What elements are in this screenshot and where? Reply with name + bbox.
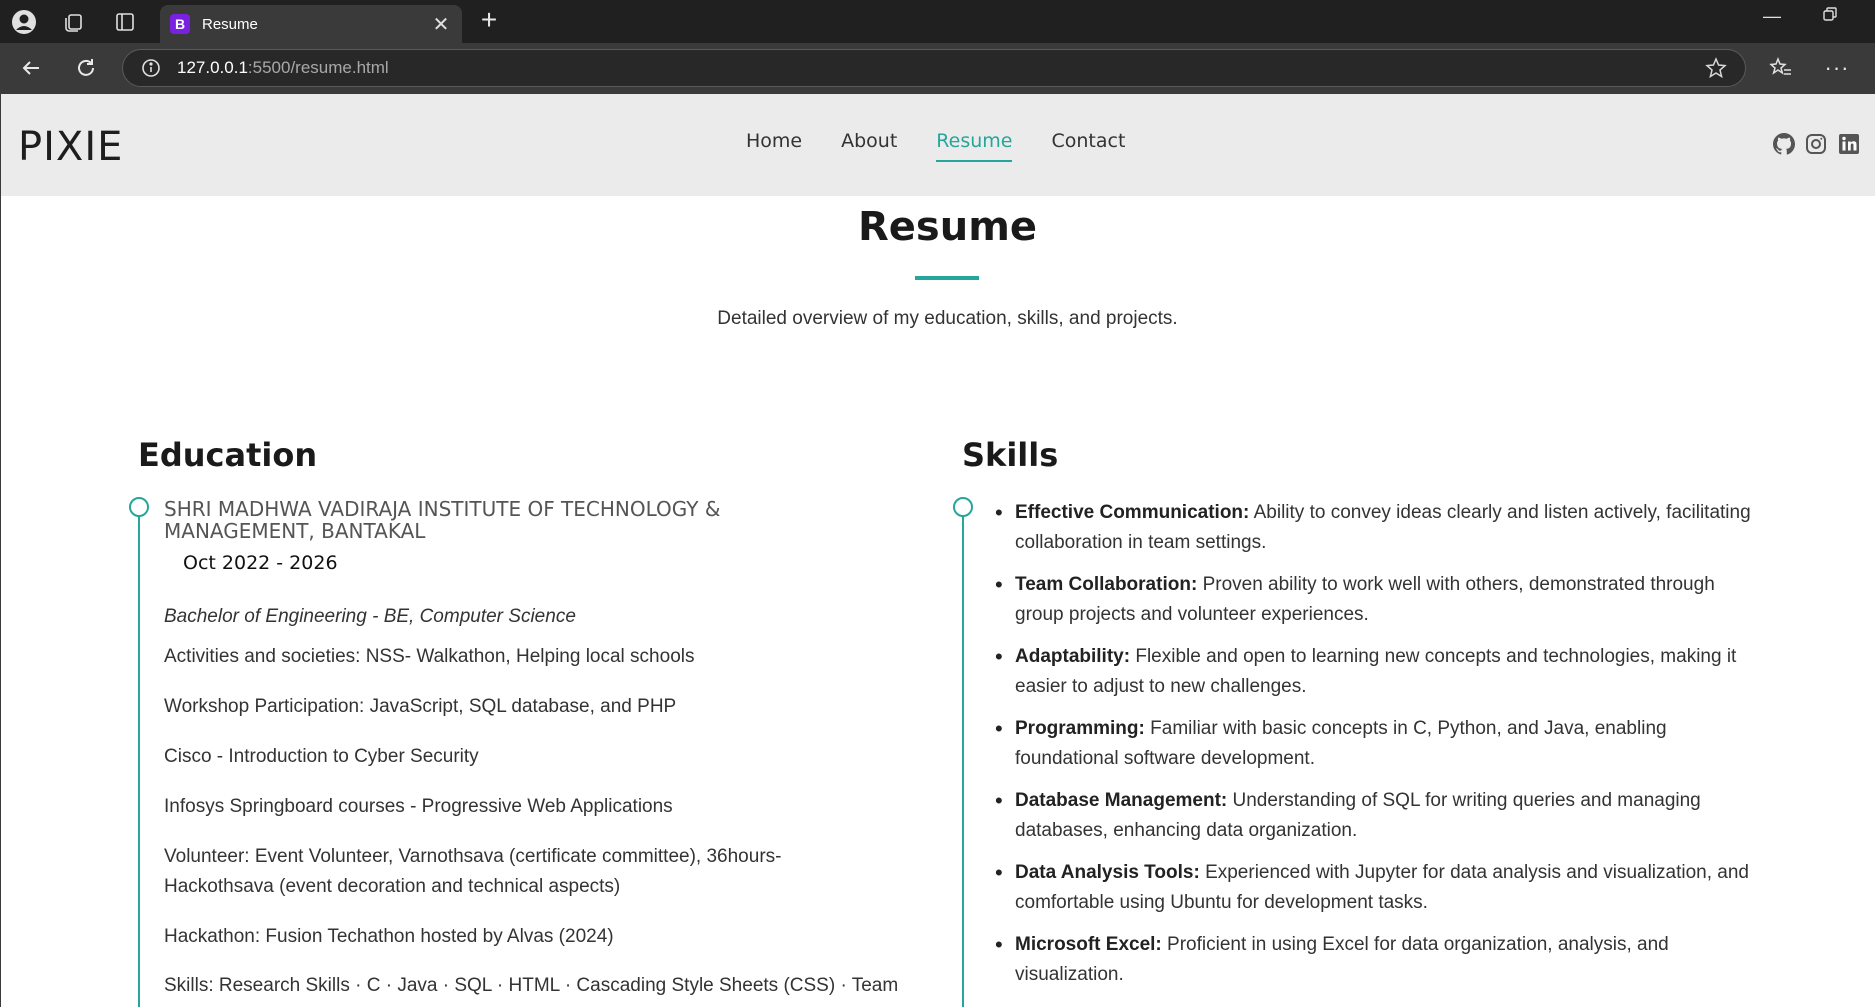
education-item: Activities and societies: NSS- Walkathon… (164, 646, 695, 667)
nav-home[interactable]: Home (746, 130, 802, 152)
star-icon[interactable] (1705, 57, 1727, 79)
plus-icon[interactable]: + (474, 6, 504, 36)
education-degree: Bachelor of Engineering - BE, Computer S… (164, 606, 576, 627)
skill-item: Microsoft Excel: Proficient in using Exc… (995, 930, 1761, 990)
education-timeline-dot (129, 497, 149, 517)
skills-timeline (962, 506, 964, 1007)
education-item: Volunteer: Event Volunteer, Varnothsava … (164, 846, 782, 897)
education-date: Oct 2022 - 2026 (183, 552, 338, 574)
info-icon[interactable] (141, 58, 161, 78)
education-item: Infosys Springboard courses - Progressiv… (164, 796, 673, 817)
skill-item: Database Management: Understanding of SQ… (995, 786, 1761, 846)
instagram-icon[interactable] (1804, 132, 1828, 156)
education-item: Cisco - Introduction to Cyber Security (164, 746, 479, 767)
linkedin-icon[interactable] (1837, 132, 1861, 156)
skills-timeline-dot (953, 497, 973, 517)
close-icon[interactable]: ✕ (430, 12, 452, 37)
skill-item: Effective Communication: Ability to conv… (995, 498, 1761, 558)
page-subtitle: Detailed overview of my education, skill… (717, 308, 1178, 329)
education-heading: Education (138, 436, 318, 474)
education-item: Skills: Research Skills · C · Java · SQL… (164, 975, 899, 996)
page-title: Resume (857, 204, 1038, 250)
skills-heading: Skills (962, 436, 1059, 474)
url-input[interactable]: 127.0.0.1:5500/resume.html (122, 49, 1746, 87)
tab-favicon: B (170, 14, 190, 34)
back-icon[interactable] (16, 53, 46, 83)
url-text: 127.0.0.1:5500/resume.html (177, 58, 389, 77)
education-item: Hackathon: Fusion Techathon hosted by Al… (164, 926, 614, 947)
address-bar: 127.0.0.1:5500/resume.html ··· (0, 43, 1875, 94)
education-timeline (138, 506, 140, 1007)
skill-item: Data Analysis Tools: Experienced with Ju… (995, 858, 1761, 918)
nav-contact[interactable]: Contact (1051, 130, 1125, 152)
favorites-icon[interactable] (1766, 53, 1796, 83)
restore-icon[interactable] (1810, 6, 1850, 27)
tab-actions-icon[interactable] (111, 8, 139, 36)
skills-list: Effective Communication: Ability to conv… (995, 498, 1761, 1002)
refresh-icon[interactable] (71, 53, 101, 83)
tab-title: Resume (202, 15, 258, 33)
more-icon[interactable]: ··· (1822, 53, 1852, 83)
github-icon[interactable] (1772, 132, 1796, 156)
browser-tab[interactable]: B Resume ✕ (160, 5, 462, 43)
education-item: Workshop Participation: JavaScript, SQL … (164, 696, 677, 717)
nav-about[interactable]: About (841, 130, 897, 152)
skill-item: Team Collaboration: Proven ability to wo… (995, 570, 1761, 630)
collections-icon[interactable] (60, 8, 88, 36)
institution-name: SHRI MADHWA VADIRAJA INSTITUTE OF TECHNO… (164, 497, 721, 543)
site-logo[interactable]: PIXIE (18, 124, 123, 170)
profile-icon[interactable] (10, 8, 38, 36)
skill-item: Programming: Familiar with basic concept… (995, 714, 1761, 774)
browser-tab-bar: B Resume ✕ + — (0, 0, 1875, 43)
nav-resume[interactable]: Resume (936, 130, 1013, 162)
skill-item: Adaptability: Flexible and open to learn… (995, 642, 1761, 702)
title-underline (915, 276, 979, 280)
site-header: PIXIE Home About Resume Contact (1, 94, 1875, 196)
page-viewport: PIXIE Home About Resume Contact Resume D… (0, 94, 1875, 1007)
main-nav: Home About Resume Contact (746, 130, 1164, 162)
minimize-icon[interactable]: — (1752, 6, 1792, 27)
